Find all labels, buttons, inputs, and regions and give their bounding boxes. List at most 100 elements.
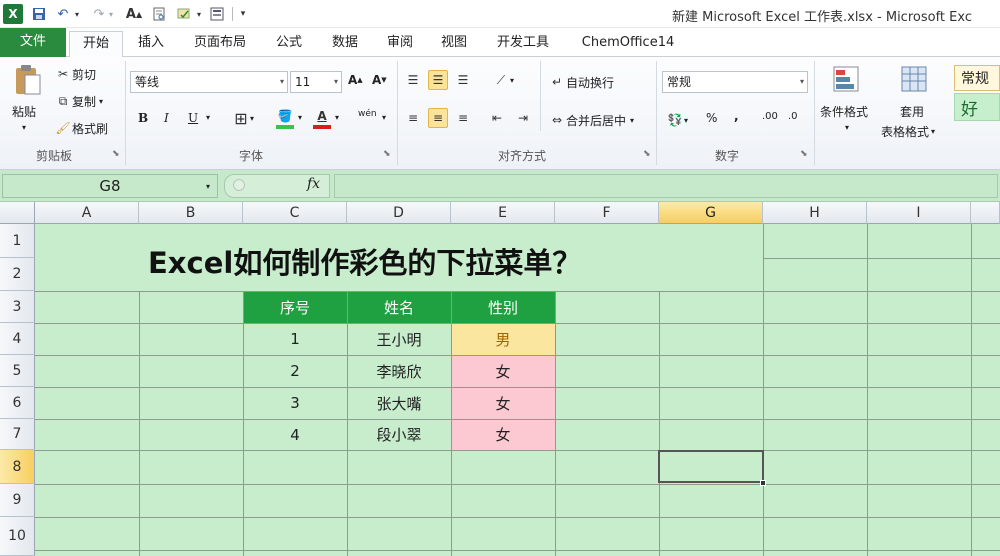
font-color-dropdown-icon[interactable]: ▾ [335, 113, 339, 122]
row-header-8[interactable]: 8 [0, 450, 35, 484]
row-header-1[interactable]: 1 [0, 224, 35, 258]
copy-button[interactable]: ⧉ 复制 ▾ [54, 92, 103, 110]
paste-label[interactable]: 粘贴 [12, 103, 36, 120]
save-icon[interactable] [30, 4, 48, 24]
fill-handle[interactable] [760, 480, 766, 486]
name-box[interactable]: G8 [2, 174, 218, 198]
spellcheck-dropdown-icon[interactable]: ▾ [194, 4, 204, 24]
tab-data[interactable]: 数据 [321, 31, 369, 57]
format-painter-button[interactable]: 🖌 格式刷 [54, 119, 108, 137]
table-header-no[interactable]: 序号 [243, 291, 347, 323]
form-icon[interactable] [208, 4, 226, 24]
borders-button[interactable]: ⊞ ▾ [232, 109, 254, 128]
col-header-a[interactable]: A [35, 202, 139, 224]
underline-button[interactable]: U [188, 111, 198, 125]
fill-color-button[interactable]: 🪣 [276, 107, 294, 129]
paste-button[interactable] [8, 63, 48, 97]
font-launcher-icon[interactable]: ⬊ [383, 149, 391, 159]
tab-home[interactable]: 开始 [69, 31, 123, 58]
copy-dropdown-icon[interactable]: ▾ [99, 97, 103, 106]
merge-center-button[interactable]: ⇔ 合并后居中 ▾ [548, 111, 634, 129]
col-header-g[interactable]: G [659, 202, 763, 224]
conditional-format-icon[interactable] [832, 65, 860, 93]
paste-dropdown-icon[interactable]: ▾ [22, 123, 26, 132]
undo-icon[interactable]: ↶ [54, 4, 72, 24]
tab-view[interactable]: 视图 [430, 31, 478, 57]
col-header-b[interactable]: B [139, 202, 243, 224]
wrap-text-button[interactable]: ↵ 自动换行 [548, 73, 614, 91]
percent-button[interactable]: % [706, 111, 717, 125]
cell-name[interactable]: 王小明 [347, 323, 451, 355]
chevron-down-icon[interactable]: ▾ [845, 123, 849, 132]
tab-developer[interactable]: 开发工具 [484, 31, 562, 57]
style-normal[interactable]: 常规 [954, 65, 1000, 91]
table-format-icon[interactable] [900, 65, 928, 93]
col-header-h[interactable]: H [763, 202, 867, 224]
row-header-4[interactable]: 4 [0, 323, 35, 355]
number-launcher-icon[interactable]: ⬊ [800, 149, 808, 159]
cut-button[interactable]: ✂ 剪切 [54, 65, 96, 83]
table-header-name[interactable]: 姓名 [347, 291, 451, 323]
col-header-d[interactable]: D [347, 202, 451, 224]
cell-gender-dropdown[interactable]: 女 [451, 387, 555, 419]
font-grow-icon[interactable]: A ▲ [124, 4, 144, 24]
cell-name[interactable]: 张大嘴 [347, 387, 451, 419]
cell-no[interactable]: 3 [243, 387, 347, 419]
select-all-corner[interactable] [0, 202, 35, 224]
table-format-label-1[interactable]: 套用 [900, 103, 924, 120]
decrease-indent-button[interactable]: ⇤ [488, 109, 506, 127]
increase-indent-button[interactable]: ⇥ [514, 109, 532, 127]
increase-decimal-icon[interactable]: .00 [762, 111, 778, 122]
clipboard-launcher-icon[interactable]: ⬊ [112, 149, 120, 159]
increase-font-icon[interactable]: A ▲ [348, 73, 363, 87]
row-header-2[interactable]: 2 [0, 258, 35, 291]
excel-logo-icon[interactable]: X [3, 4, 23, 24]
italic-button[interactable]: I [164, 111, 169, 125]
font-size-select[interactable]: 11 ▾ [290, 71, 342, 93]
align-right-button[interactable]: ≡ [454, 109, 472, 127]
tab-formulas[interactable]: 公式 [265, 31, 313, 57]
alignment-launcher-icon[interactable]: ⬊ [643, 149, 651, 159]
number-format-select[interactable]: 常规 ▾ [662, 71, 808, 93]
table-header-gender[interactable]: 性别 [451, 291, 555, 323]
decrease-decimal-icon[interactable]: .0 [788, 111, 798, 122]
col-header-c[interactable]: C [243, 202, 347, 224]
table-format-label-2[interactable]: 表格格式 ▾ [881, 123, 935, 140]
tab-page-layout[interactable]: 页面布局 [183, 31, 257, 57]
tab-file[interactable]: 文件 [0, 28, 66, 57]
cell-gender-dropdown[interactable]: 女 [451, 355, 555, 387]
align-left-button[interactable]: ≡ [404, 109, 422, 127]
collapse-icon[interactable] [233, 179, 245, 191]
comma-button[interactable]: , [734, 109, 739, 123]
col-header-i[interactable]: I [867, 202, 971, 224]
row-header-9[interactable]: 9 [0, 484, 35, 517]
name-box-dropdown-icon[interactable]: ▾ [206, 182, 210, 191]
row-header-10[interactable]: 10 [0, 517, 35, 556]
preview-icon[interactable] [150, 4, 168, 24]
spellcheck-icon[interactable] [175, 4, 193, 24]
currency-button[interactable]: 💱 ▾ [666, 111, 689, 129]
col-header-j[interactable] [971, 202, 1000, 224]
redo-dropdown-icon[interactable]: ▾ [106, 4, 116, 24]
style-good[interactable]: 好 [954, 93, 1000, 121]
cell-gender-dropdown[interactable]: 男 [451, 323, 555, 355]
align-bottom-button[interactable]: ☰ [454, 71, 472, 89]
align-middle-button[interactable]: ☰ [428, 70, 448, 90]
align-top-button[interactable]: ☰ [404, 71, 422, 89]
orientation-button[interactable]: ⟋ ▾ [492, 71, 514, 89]
cell-no[interactable]: 2 [243, 355, 347, 387]
conditional-format-label[interactable]: 条件格式 [820, 103, 868, 120]
customize-qa-icon[interactable]: ▾ [238, 4, 248, 24]
phonetic-dropdown-icon[interactable]: ▾ [382, 113, 386, 122]
fill-dropdown-icon[interactable]: ▾ [298, 113, 302, 122]
row-header-7[interactable]: 7 [0, 419, 35, 450]
sheet-title[interactable]: Excel如何制作彩色的下拉菜单？ [148, 240, 581, 282]
tab-insert[interactable]: 插入 [127, 31, 175, 57]
tab-review[interactable]: 审阅 [376, 31, 424, 57]
formula-input[interactable] [334, 174, 998, 198]
cell-gender-dropdown[interactable]: 女 [451, 419, 555, 450]
phonetic-button[interactable]: wén [358, 109, 377, 119]
align-center-button[interactable]: ≡ [428, 108, 448, 128]
underline-dropdown-icon[interactable]: ▾ [206, 113, 210, 122]
tab-chemoffice[interactable]: ChemOffice14 [570, 31, 686, 57]
